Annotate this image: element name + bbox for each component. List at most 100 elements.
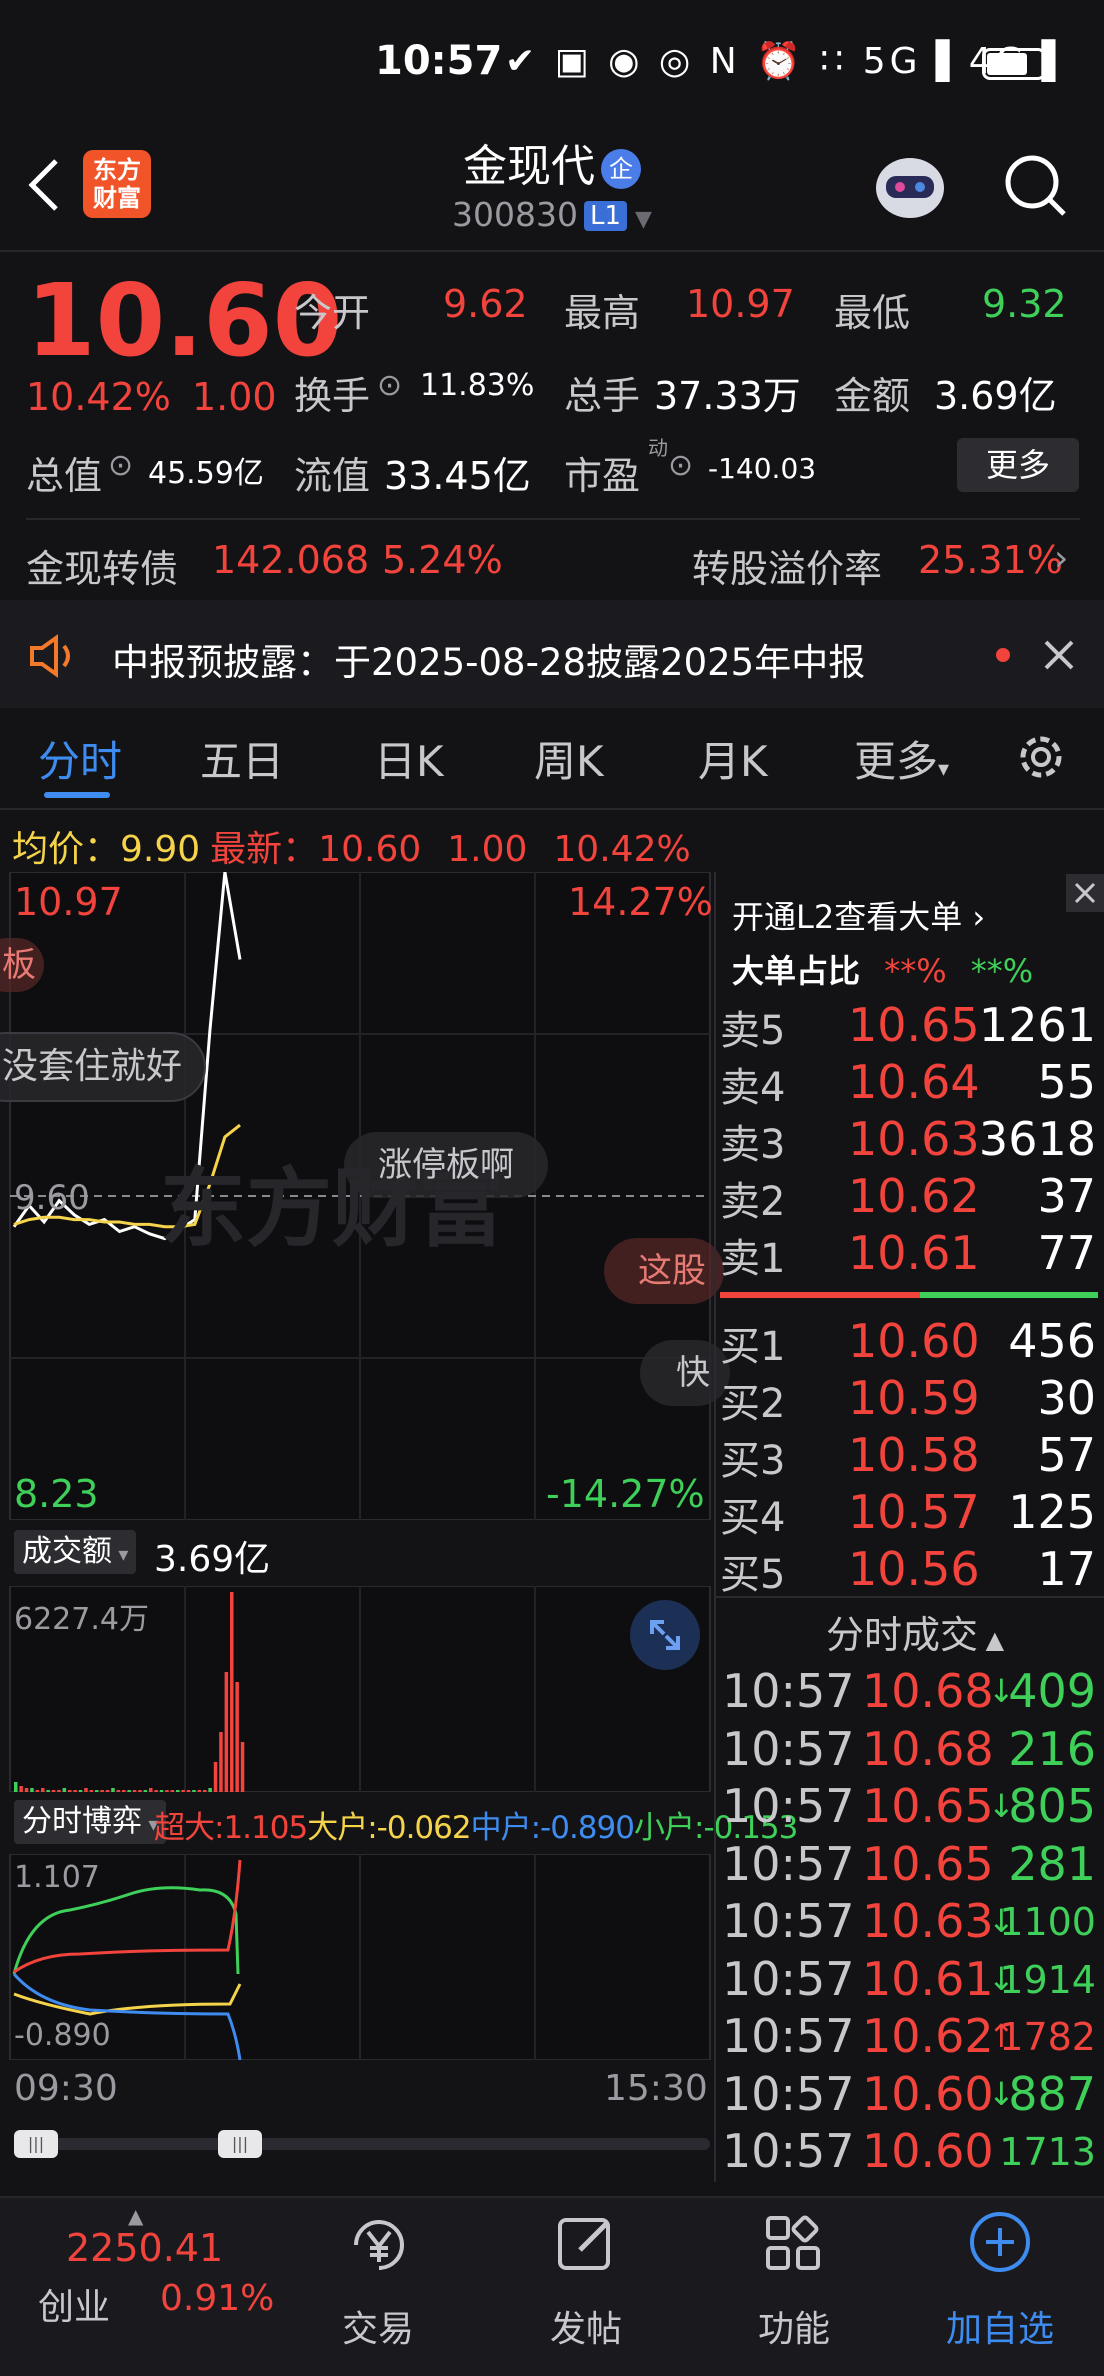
bid-row[interactable]: 买5 10.56 17: [720, 1542, 1104, 1598]
pe-value: -140.03: [708, 452, 817, 485]
mktcap-value: 45.59亿: [148, 456, 264, 491]
status-icons: ✔ ▣ ◉ ◎ N ⏰ ∷ 5G▐ 4G▐: [505, 41, 1060, 82]
expand-icon[interactable]: [630, 1600, 700, 1670]
chart-top-pct: 14.27%: [568, 880, 713, 924]
chart-top-price: 10.97: [14, 880, 123, 924]
trade-volume: 887: [1008, 2066, 1096, 2121]
volume-label: 总手: [564, 374, 641, 418]
compose-icon[interactable]: [550, 2208, 620, 2278]
trade-row: 10:57 10.65 ↓ 805: [720, 1779, 1104, 1837]
range-handle-right[interactable]: |||: [218, 2130, 262, 2158]
flow-bottom-label: -0.890: [14, 2018, 111, 2053]
chevron-right-icon[interactable]: ›: [1054, 538, 1068, 579]
add-watchlist-icon[interactable]: [964, 2206, 1036, 2278]
close-icon[interactable]: [1066, 874, 1104, 912]
more-button[interactable]: 更多: [957, 438, 1079, 492]
trade-time: 10:57: [722, 2066, 855, 2121]
trades-title[interactable]: 分时成交 ▲: [826, 1604, 1004, 1659]
trade-volume: 1782: [999, 2015, 1096, 2059]
trade-time: 10:57: [722, 1721, 855, 1776]
big-order-ratio: 大单占比 **% **%: [732, 952, 1034, 990]
bid-row[interactable]: 买2 10.59 30: [720, 1371, 1104, 1427]
chart-bottom-price: 8.23: [14, 1472, 99, 1516]
trade-time: 10:57: [722, 2009, 855, 2063]
tab-monthly-k[interactable]: 月K: [698, 728, 768, 789]
volume-bar: [240, 1742, 245, 1792]
bid-label: 买2: [720, 1381, 786, 1427]
trade-time: 10:57: [722, 1894, 855, 1948]
index-value[interactable]: 2250.41: [66, 2226, 223, 2270]
trade-volume: 281: [1008, 1836, 1096, 1891]
premium-label[interactable]: 转股溢价率: [692, 538, 882, 593]
bid-label: 买3: [720, 1438, 786, 1484]
quote-divider: [26, 518, 1080, 520]
ask-row[interactable]: 卖2 10.62 37: [720, 1169, 1104, 1225]
volume-bar: [30, 1788, 34, 1792]
time-start-label: 09:30: [14, 2068, 118, 2109]
info-icon[interactable]: ⊙: [108, 448, 133, 483]
l2-upgrade-link[interactable]: 开通L2查看大单 ›: [732, 892, 985, 938]
float-label: 流值: [294, 454, 371, 498]
range-handle-left[interactable]: |||: [14, 2130, 58, 2158]
trade-yen-icon[interactable]: [344, 2210, 414, 2280]
robot-avatar-icon[interactable]: [868, 148, 952, 224]
chart-header: 均价：9.90 最新：10.60 1.00 10.42%: [12, 829, 691, 870]
volume-selector[interactable]: 成交额 ▾: [14, 1530, 137, 1574]
panel-divider: [714, 872, 716, 2182]
index-name[interactable]: 创业: [38, 2278, 110, 2330]
barrage-bubble: 涨停板啊: [344, 1132, 548, 1198]
info-icon[interactable]: ⊙: [377, 368, 402, 403]
ask-row[interactable]: 卖1 10.61 77: [720, 1226, 1104, 1282]
trade-time: 10:57: [722, 1664, 855, 1718]
ask-price: 10.63: [848, 1112, 980, 1166]
info-icon[interactable]: ⊙: [668, 448, 693, 483]
ask-row[interactable]: 卖3 10.63 3618: [720, 1112, 1104, 1168]
volume-bar: [46, 1790, 50, 1792]
nav-add-watchlist[interactable]: 加自选: [930, 2300, 1070, 2352]
nav-trade[interactable]: 交易: [308, 2300, 448, 2352]
bid-volume: 456: [1008, 1314, 1096, 1368]
caret-down-icon: ▾: [112, 1542, 129, 1566]
ratio-bar-red: [720, 1292, 920, 1298]
open-label: 今开: [294, 291, 371, 335]
ask-row[interactable]: 卖5 10.65 1261: [720, 998, 1104, 1054]
volume-bar: [192, 1790, 196, 1792]
flow-selector[interactable]: 分时博弈 ▾: [14, 1800, 167, 1844]
ask-row[interactable]: 卖4 10.64 55: [720, 1055, 1104, 1111]
bond-name[interactable]: 金现转债: [26, 538, 178, 593]
tab-intraday[interactable]: 分时: [38, 728, 122, 789]
change-value: 1.00: [192, 375, 277, 419]
time-end-label: 15:30: [604, 2068, 708, 2109]
tab-weekly-k[interactable]: 周K: [534, 728, 604, 789]
nav-functions[interactable]: 功能: [724, 2300, 864, 2352]
trade-row: 10:57 10.61 ↓ 1914: [720, 1952, 1104, 2010]
ask-label: 卖2: [720, 1179, 786, 1225]
ask-label: 卖1: [720, 1236, 786, 1282]
volume-bar: [89, 1790, 94, 1792]
bid-row[interactable]: 买4 10.57 125: [720, 1485, 1104, 1541]
volume-total: 3.69亿: [154, 1539, 271, 1580]
volume-bar: [95, 1790, 99, 1792]
barrage-bubble: 没套住就好: [0, 1032, 207, 1102]
close-icon[interactable]: [1042, 638, 1076, 672]
caret-down-icon: ▾: [938, 757, 950, 782]
grid-icon[interactable]: [758, 2208, 828, 2278]
settings-gear-icon[interactable]: [1014, 730, 1068, 784]
search-icon[interactable]: [1000, 150, 1070, 220]
low-label: 最低: [834, 291, 911, 335]
trade-price: 10.60: [862, 2066, 994, 2121]
ask-volume: 37: [1037, 1169, 1096, 1223]
tab-daily-k[interactable]: 日K: [374, 728, 444, 789]
bid-label: 买5: [720, 1552, 786, 1598]
tab-five-day[interactable]: 五日: [200, 728, 284, 789]
trade-time: 10:57: [722, 2124, 855, 2178]
volume-bar: [68, 1790, 72, 1792]
volume-bar: [197, 1790, 202, 1792]
volume-bar: [122, 1790, 126, 1792]
pe-label: 市盈: [564, 454, 641, 498]
bid-row[interactable]: 买3 10.58 57: [720, 1428, 1104, 1484]
ask-price: 10.61: [848, 1226, 980, 1280]
bid-row[interactable]: 买1 10.60 456: [720, 1314, 1104, 1370]
nav-post[interactable]: 发帖: [516, 2300, 656, 2352]
tab-more[interactable]: 更多▾: [854, 728, 949, 789]
